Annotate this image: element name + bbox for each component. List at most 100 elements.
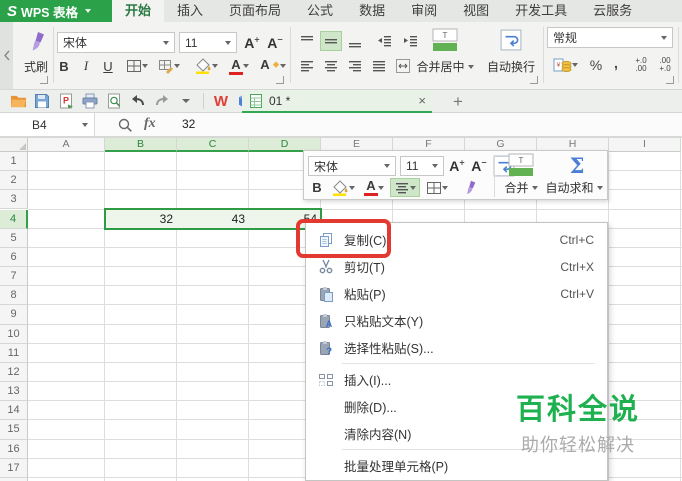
tab-开始[interactable]: 开始 — [112, 0, 165, 22]
mini-merge-button[interactable]: T — [506, 153, 536, 177]
dialog-launcher-icon[interactable] — [276, 76, 284, 84]
save-button[interactable] — [30, 91, 54, 111]
row-header-9[interactable]: 9 — [0, 305, 28, 325]
format-painter-label[interactable]: 式刷 — [16, 58, 56, 75]
menu-item-paste[interactable]: 粘贴(P) Ctrl+V — [306, 280, 607, 307]
print-button[interactable] — [78, 91, 102, 111]
mini-autosum-label[interactable]: 自动求和 — [540, 179, 608, 196]
row-header-4[interactable]: 4 — [0, 209, 28, 229]
italic-button[interactable]: I — [76, 56, 96, 76]
column-header-A[interactable]: A — [28, 138, 105, 152]
mini-grow-font-button[interactable]: A+ — [446, 156, 468, 176]
export-pdf-button[interactable]: P — [54, 91, 78, 111]
mini-fill-color-button[interactable] — [328, 178, 358, 197]
collapse-panel-button[interactable] — [0, 22, 13, 89]
wps-writer-button[interactable]: W — [209, 91, 233, 111]
row-header-8[interactable]: 8 — [0, 286, 28, 306]
mini-borders-button[interactable] — [422, 178, 452, 197]
row-header-14[interactable]: 14 — [0, 401, 28, 421]
row-header-11[interactable]: 11 — [0, 343, 28, 363]
align-left-button[interactable] — [296, 56, 318, 76]
mini-font-size-combobox[interactable]: 11 — [400, 156, 444, 176]
increase-indent-button[interactable] — [400, 31, 422, 51]
cell-B4[interactable]: 32 — [105, 210, 177, 229]
grow-font-button[interactable]: A+ — [241, 33, 263, 53]
select-all-corner[interactable] — [0, 138, 28, 152]
bold-button[interactable]: B — [54, 56, 74, 76]
row-header-6[interactable]: 6 — [0, 247, 28, 267]
close-icon[interactable]: × — [418, 93, 426, 108]
mini-merge-label[interactable]: 合并 — [498, 179, 544, 196]
print-preview-button[interactable] — [102, 91, 126, 111]
tab-数据[interactable]: 数据 — [346, 0, 398, 22]
insert-function-button[interactable]: fx — [144, 116, 156, 132]
row-header-13[interactable]: 13 — [0, 382, 28, 402]
align-right-button[interactable] — [344, 56, 366, 76]
merge-center-button[interactable]: T — [430, 26, 460, 54]
undo-button[interactable] — [126, 91, 150, 111]
open-folder-button[interactable] — [6, 91, 30, 111]
decrease-decimal-button[interactable]: .00 +.0 — [654, 54, 676, 76]
align-bottom-button[interactable] — [344, 31, 366, 51]
font-name-combobox[interactable]: 宋体 — [57, 32, 175, 53]
new-document-tab-button[interactable]: + — [446, 90, 470, 113]
row-header-5[interactable]: 5 — [0, 228, 28, 248]
row-header-17[interactable]: 17 — [0, 458, 28, 478]
dialog-launcher-icon[interactable] — [40, 76, 48, 84]
decrease-indent-button[interactable] — [374, 31, 396, 51]
font-size-combobox[interactable]: 11 — [179, 32, 237, 53]
app-logo[interactable]: S WPS 表格 — [0, 0, 112, 22]
wrap-text-label[interactable]: 自动换行 — [476, 58, 546, 75]
mini-shrink-font-button[interactable]: A− — [468, 156, 490, 176]
menu-item-paste-special[interactable]: ? 选择性粘贴(S)... — [306, 334, 607, 361]
magnifier-icon[interactable] — [117, 117, 133, 133]
column-header-B[interactable]: B — [105, 138, 177, 152]
row-header-2[interactable]: 2 — [0, 171, 28, 191]
row-header-15[interactable]: 15 — [0, 420, 28, 440]
tab-视图[interactable]: 视图 — [450, 0, 502, 22]
underline-button[interactable]: U — [98, 56, 118, 76]
fill-color-button[interactable] — [190, 56, 222, 76]
dialog-launcher-icon[interactable] — [666, 76, 674, 84]
row-header-3[interactable]: 3 — [0, 190, 28, 210]
mini-bold-button[interactable]: B — [308, 178, 326, 197]
currency-format-button[interactable]: ¥ — [548, 54, 582, 76]
number-format-combobox[interactable]: 常规 — [547, 27, 673, 48]
tab-开发工具[interactable]: 开发工具 — [502, 0, 580, 22]
draw-border-button[interactable] — [154, 56, 184, 76]
mini-format-painter-button[interactable] — [458, 178, 480, 197]
dialog-launcher-icon[interactable] — [530, 76, 538, 84]
tab-审阅[interactable]: 审阅 — [398, 0, 450, 22]
tab-页面布局[interactable]: 页面布局 — [216, 0, 294, 22]
increase-decimal-button[interactable]: +.0.00 — [630, 54, 652, 76]
percent-format-button[interactable]: % — [586, 54, 606, 76]
mini-font-name-combobox[interactable]: 宋体 — [308, 156, 396, 176]
document-tab[interactable]: 01 * × — [242, 90, 432, 113]
row-header-12[interactable]: 12 — [0, 362, 28, 383]
tab-公式[interactable]: 公式 — [294, 0, 346, 22]
shrink-font-button[interactable]: A− — [264, 33, 286, 53]
borders-button[interactable] — [122, 56, 152, 76]
column-header-I[interactable]: I — [609, 138, 681, 152]
column-header-C[interactable]: C — [177, 138, 249, 152]
wrap-text-button[interactable] — [498, 26, 524, 54]
tab-云服务[interactable]: 云服务 — [580, 0, 645, 22]
menu-item-paste-text[interactable]: A 只粘贴文本(Y) — [306, 307, 607, 334]
align-top-button[interactable] — [296, 31, 318, 51]
redo-button[interactable] — [150, 91, 174, 111]
align-center-button[interactable] — [320, 56, 342, 76]
comma-format-button[interactable]: , — [608, 52, 624, 74]
cell-C4[interactable]: 43 — [177, 210, 249, 229]
row-header-7[interactable]: 7 — [0, 267, 28, 287]
format-painter-button[interactable] — [24, 29, 48, 55]
align-justify-button[interactable] — [368, 56, 390, 76]
align-middle-button[interactable] — [320, 31, 342, 51]
row-header-1[interactable]: 1 — [0, 152, 28, 172]
caret-down-button[interactable] — [174, 91, 198, 111]
row-header-16[interactable]: 16 — [0, 439, 28, 459]
mini-autosum-button[interactable]: Σ — [562, 152, 592, 178]
name-box[interactable]: B4 — [0, 113, 95, 136]
font-color-button[interactable]: A — [224, 56, 254, 76]
mini-align-center-button[interactable] — [390, 178, 420, 197]
formula-bar-value[interactable]: 32 — [182, 117, 195, 131]
